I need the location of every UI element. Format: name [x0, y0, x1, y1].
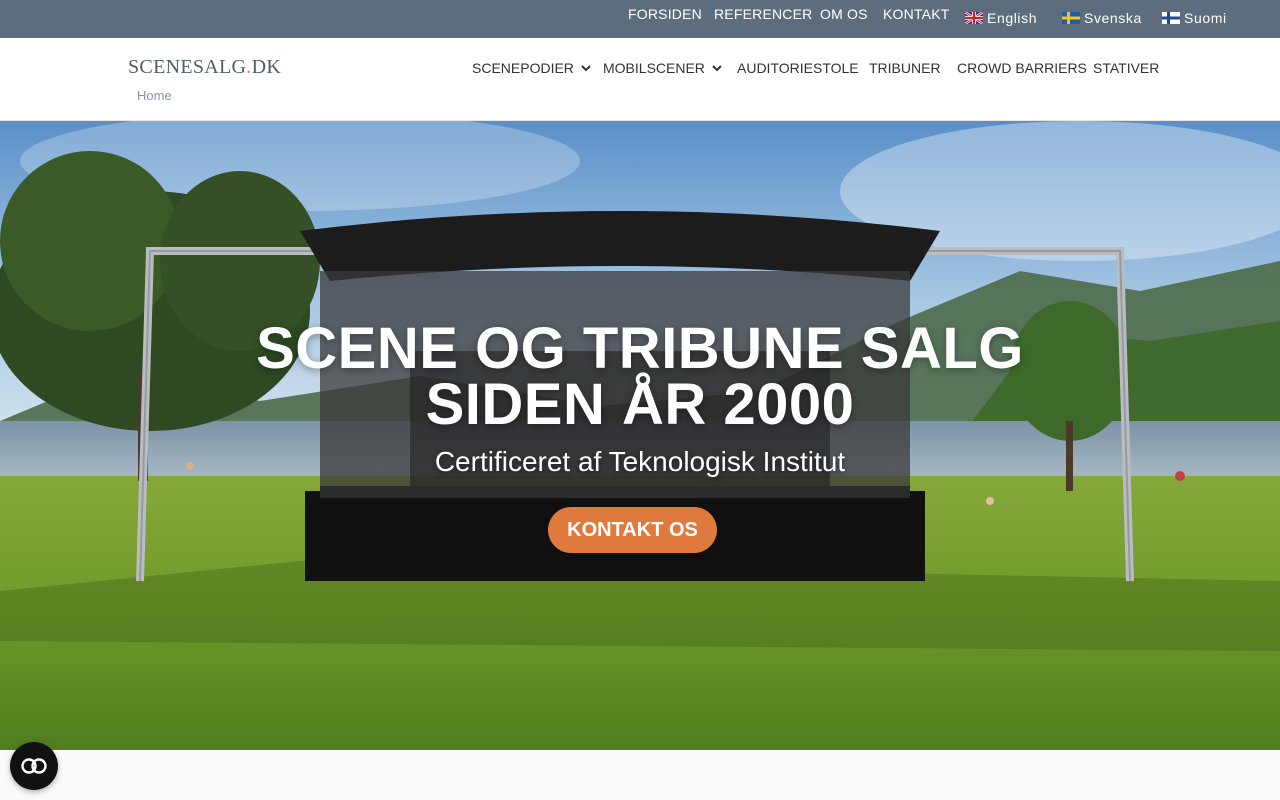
nav-scenepodier[interactable]: SCENEPODIER [472, 60, 591, 76]
finland-flag-icon [1162, 12, 1180, 24]
nav-auditoriestole[interactable]: AUDITORIESTOLE [737, 60, 859, 76]
top-bar: FORSIDEN REFERENCER OM OS KONTAKT Englis… [0, 0, 1280, 38]
accessibility-button[interactable] [10, 742, 58, 790]
language-suomi[interactable]: Suomi [1162, 10, 1227, 26]
hero-subtitle: Certificeret af Teknologisk Institut [434, 446, 846, 477]
logo-text: SCENESALG [128, 56, 247, 78]
contact-us-button[interactable]: KONTAKT OS [548, 507, 717, 553]
breadcrumb-home[interactable]: Home [137, 88, 172, 103]
logo-tld: DK [251, 56, 282, 78]
chevron-down-icon [712, 64, 722, 71]
language-label: Suomi [1184, 10, 1227, 26]
nav-stativer[interactable]: STATIVER [1093, 60, 1159, 76]
top-link-kontakt[interactable]: KONTAKT [883, 6, 949, 22]
site-header: SCENESALG.DK Home SCENEPODIER MOBILSCENE… [0, 38, 1280, 121]
hero-section: SCENE OG TRIBUNE SALG SIDEN ÅR 2000 Cert… [0, 121, 1280, 750]
nav-label: TRIBUNER [869, 60, 941, 76]
top-link-forsiden[interactable]: FORSIDEN [628, 6, 702, 22]
nav-tribuner[interactable]: TRIBUNER [869, 60, 941, 76]
nav-label: CROWD BARRIERS [957, 60, 1087, 76]
top-link-referencer[interactable]: REFERENCER [714, 6, 812, 22]
hero-title-line-1: SCENE OG TRIBUNE SALG [256, 316, 1024, 381]
nav-crowd-barriers[interactable]: CROWD BARRIERS [957, 60, 1087, 76]
language-label: English [987, 10, 1038, 26]
nav-mobilscener[interactable]: MOBILSCENER [603, 60, 722, 76]
hero-title-line-2: SIDEN ÅR 2000 [425, 372, 855, 437]
accessibility-toggle-icon [21, 758, 47, 774]
language-label: Svenska [1084, 10, 1142, 26]
nav-label: AUDITORIESTOLE [737, 60, 859, 76]
nav-label: STATIVER [1093, 60, 1160, 76]
top-link-om-os[interactable]: OM OS [820, 6, 868, 22]
nav-label: SCENEPODIER [472, 60, 574, 76]
sweden-flag-icon [1062, 12, 1080, 24]
site-logo[interactable]: SCENESALG.DK [128, 56, 281, 79]
chevron-down-icon [581, 64, 591, 71]
language-english[interactable]: English [965, 10, 1037, 26]
language-svenska[interactable]: Svenska [1062, 10, 1142, 26]
uk-flag-icon [965, 12, 983, 24]
nav-label: MOBILSCENER [603, 60, 705, 76]
